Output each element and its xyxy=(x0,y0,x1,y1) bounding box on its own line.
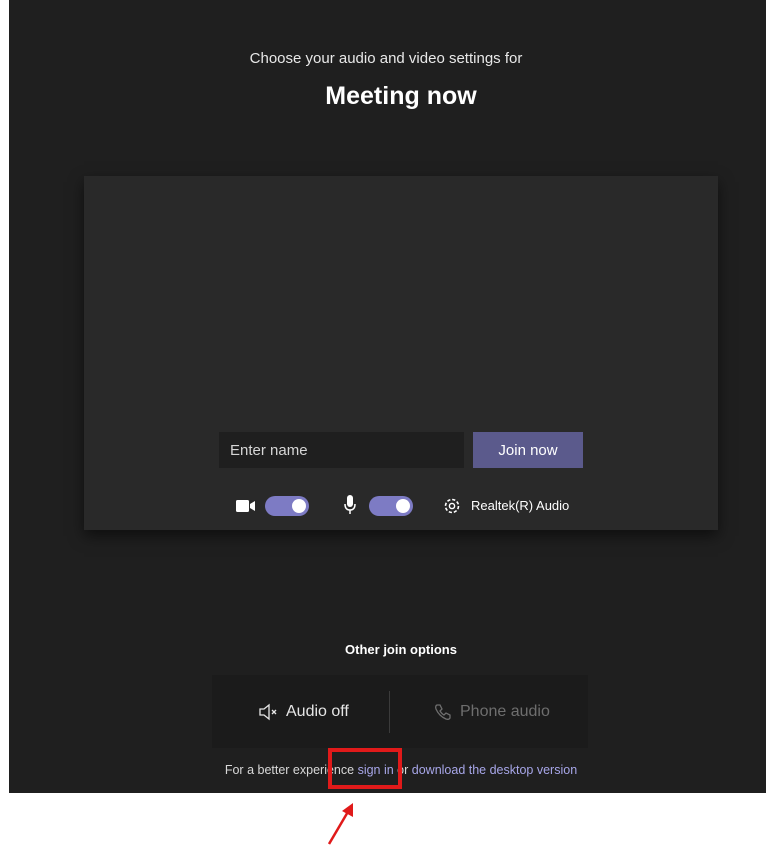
gear-icon[interactable] xyxy=(442,496,462,521)
toggle-knob xyxy=(292,499,306,513)
annotation-arrow xyxy=(327,803,353,845)
name-input[interactable] xyxy=(219,432,464,468)
meeting-title: Meeting now xyxy=(325,82,477,110)
camera-toggle[interactable] xyxy=(265,496,309,516)
download-desktop-link[interactable]: download the desktop version xyxy=(412,763,577,777)
phone-audio-option[interactable]: Phone audio xyxy=(434,675,550,748)
join-screen: Choose your audio and video settings for… xyxy=(0,0,772,793)
camera-icon xyxy=(236,499,256,518)
options-divider xyxy=(389,691,390,733)
other-join-options-title: Other join options xyxy=(345,642,457,657)
microphone-toggle[interactable] xyxy=(369,496,413,516)
join-options-panel: Audio off Phone audio xyxy=(212,675,588,748)
annotation-highlight-box xyxy=(328,748,402,789)
audio-off-option[interactable]: Audio off xyxy=(258,675,349,748)
window-edge-left xyxy=(0,0,9,793)
window-edge-right xyxy=(766,0,772,793)
audio-device-label[interactable]: Realtek(R) Audio xyxy=(471,498,569,513)
microphone-icon xyxy=(344,495,356,520)
audio-off-label: Audio off xyxy=(286,702,349,720)
phone-audio-label: Phone audio xyxy=(460,702,550,720)
speaker-muted-icon xyxy=(259,703,277,720)
device-controls: Realtek(R) Audio xyxy=(84,494,718,518)
toggle-knob xyxy=(396,499,410,513)
join-now-button[interactable]: Join now xyxy=(473,432,583,468)
settings-subtitle: Choose your audio and video settings for xyxy=(249,50,523,67)
phone-icon xyxy=(435,703,451,720)
video-preview-panel: Join now xyxy=(84,176,718,530)
